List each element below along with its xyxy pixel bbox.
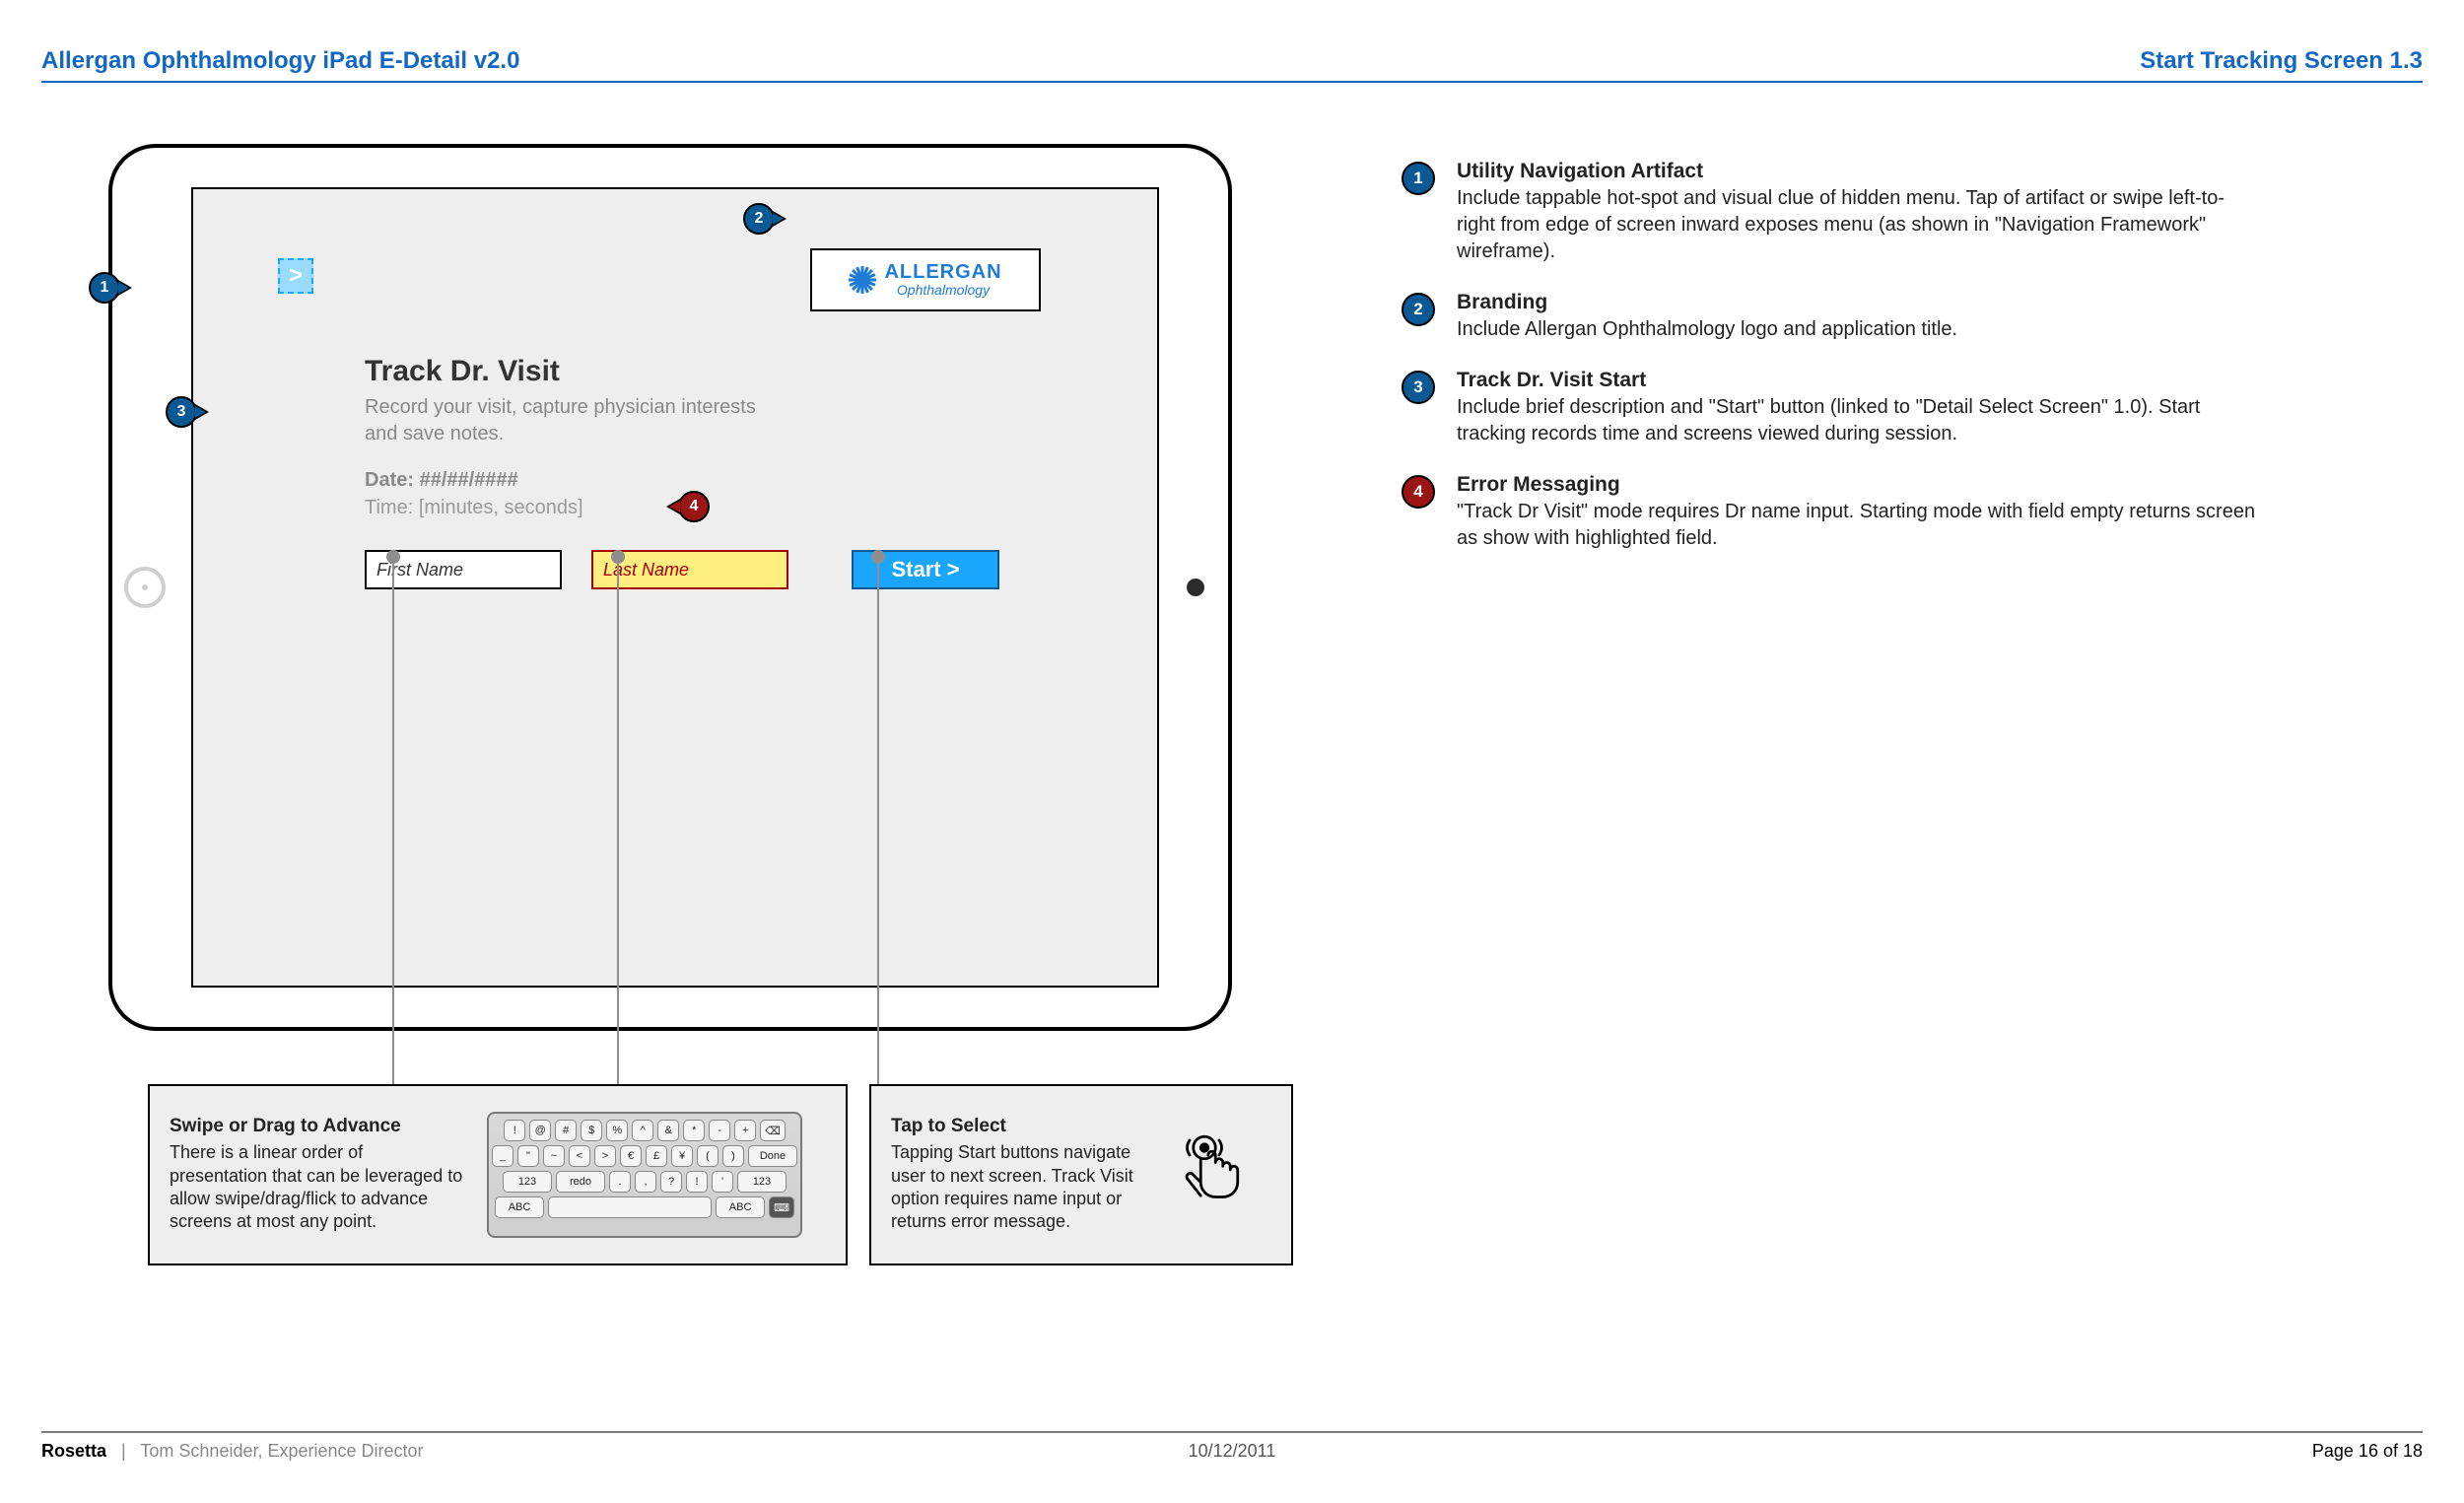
keyboard-key: < — [569, 1145, 590, 1167]
panel-subtitle: Record your visit, capture physician int… — [365, 394, 779, 447]
annotation-body: Include tappable hot-spot and visual clu… — [1457, 185, 2259, 265]
brand-logo: ALLERGAN Ophthalmology — [810, 248, 1041, 311]
annotation-number: 4 — [1402, 475, 1435, 509]
ipad-device-frame: > ALLERGAN Ophthalmology — [108, 144, 1232, 1031]
annotation-title: Utility Navigation Artifact — [1457, 160, 2259, 183]
footer-date: 10/12/2011 — [1189, 1441, 1276, 1462]
time-label: Time: [minutes, seconds] — [365, 497, 583, 519]
keyboard-key: . — [609, 1171, 631, 1193]
leader-dot — [386, 550, 400, 564]
leader-dot — [871, 550, 885, 564]
annotation-tap-select: Tap to Select Tapping Start buttons navi… — [869, 1084, 1293, 1265]
keyboard-key: ¥ — [671, 1145, 693, 1167]
annotation-title: Error Messaging — [1457, 473, 2259, 497]
keyboard-key: * — [683, 1120, 705, 1141]
ipad-screen: > ALLERGAN Ophthalmology — [191, 187, 1159, 988]
keyboard-key: # — [555, 1120, 577, 1141]
keyboard-key: ⌨ — [769, 1196, 794, 1218]
footer-author: Tom Schneider, Experience Director — [140, 1441, 423, 1461]
callout-pin-2: 2 — [743, 203, 775, 235]
keyboard-key: ABC — [495, 1196, 544, 1218]
content-area: > ALLERGAN Ophthalmology — [41, 99, 2423, 1404]
footer-brand: Rosetta — [41, 1441, 106, 1461]
keyboard-key: £ — [646, 1145, 667, 1167]
brand-subname: Ophthalmology — [884, 283, 1001, 298]
keyboard-key: ⌫ — [760, 1120, 786, 1141]
tap-anno-body: Tapping Start buttons navigate user to n… — [891, 1141, 1157, 1234]
annotation-number: 1 — [1402, 162, 1435, 195]
swipe-anno-title: Swipe or Drag to Advance — [170, 1116, 465, 1137]
keyboard-key: redo — [556, 1171, 605, 1193]
keyboard-key — [548, 1196, 712, 1218]
keyboard-key: € — [620, 1145, 642, 1167]
keyboard-key: ! — [504, 1120, 525, 1141]
annotation-item: 3 Track Dr. Visit StartInclude brief desc… — [1402, 369, 2259, 447]
annotation-number: 3 — [1402, 371, 1435, 404]
keyboard-key: 123 — [503, 1171, 552, 1193]
footer-page: Page 16 of 18 — [2312, 1441, 2423, 1462]
doc-title-left: Allergan Ophthalmology iPad E-Detail v2.… — [41, 47, 519, 75]
annotation-item: 2 BrandingInclude Allergan Ophthalmology … — [1402, 291, 2259, 343]
keyboard-key: $ — [581, 1120, 602, 1141]
page-header: Allergan Ophthalmology iPad E-Detail v2.… — [41, 47, 2423, 83]
swipe-anno-body: There is a linear order of presentation … — [170, 1141, 465, 1234]
brand-name: ALLERGAN — [884, 262, 1001, 283]
keyboard-key: , — [635, 1171, 656, 1193]
annotation-body: Include brief description and "Start" bu… — [1457, 394, 2259, 447]
tap-anno-title: Tap to Select — [891, 1116, 1157, 1137]
date-label: Date: ##/##/#### — [365, 469, 518, 492]
callout-pin-1: 1 — [89, 272, 120, 304]
doc-title-right: Start Tracking Screen 1.3 — [2140, 47, 2423, 75]
keyboard-key: ~ — [543, 1145, 565, 1167]
ipad-home-button[interactable] — [1187, 579, 1204, 596]
keyboard-key: - — [709, 1120, 730, 1141]
keyboard-key: > — [594, 1145, 616, 1167]
annotation-number: 2 — [1402, 293, 1435, 326]
keyboard-key: 123 — [737, 1171, 787, 1193]
keyboard-key: " — [517, 1145, 539, 1167]
annotation-title: Branding — [1457, 291, 1957, 314]
callout-pin-4: 4 — [678, 491, 710, 522]
keyboard-key: ^ — [632, 1120, 653, 1141]
keyboard-key: ? — [660, 1171, 682, 1193]
keyboard-key: _ — [492, 1145, 513, 1167]
annotation-swipe-advance: Swipe or Drag to Advance There is a line… — [148, 1084, 848, 1265]
keyboard-key: ( — [697, 1145, 719, 1167]
keyboard-key: ' — [712, 1171, 733, 1193]
annotation-item: 4 Error Messaging"Track Dr Visit" mode re… — [1402, 473, 2259, 552]
ipad-camera-icon — [124, 567, 166, 608]
keyboard-key: ABC — [716, 1196, 765, 1218]
annotation-item: 1 Utility Navigation ArtifactInclude tapp… — [1402, 160, 2259, 265]
chevron-right-icon: > — [289, 262, 303, 290]
brand-mark-icon — [849, 266, 876, 294]
page-footer: Rosetta | Tom Schneider, Experience Dire… — [41, 1431, 2423, 1462]
annotation-list: 1 Utility Navigation ArtifactInclude tapp… — [1402, 160, 2259, 578]
keyboard-key: + — [734, 1120, 756, 1141]
annotation-body: Include Allergan Ophthalmology logo and … — [1457, 316, 1957, 343]
annotation-body: "Track Dr Visit" mode requires Dr name i… — [1457, 499, 2259, 552]
callout-pin-3: 3 — [166, 396, 197, 428]
leader-line — [877, 564, 879, 1084]
keyboard-key: ! — [686, 1171, 708, 1193]
tap-hand-icon — [1175, 1130, 1254, 1219]
annotation-title: Track Dr. Visit Start — [1457, 369, 2259, 392]
leader-line — [617, 564, 619, 1084]
start-button-label: Start > — [891, 557, 959, 582]
keyboard-icon: !@#$%^&*-+⌫ _"~<>€£¥()Done 123redo.,?!'1… — [487, 1112, 802, 1238]
keyboard-key: Done — [748, 1145, 797, 1167]
keyboard-key: @ — [529, 1120, 551, 1141]
keyboard-key: & — [657, 1120, 679, 1141]
keyboard-key: ) — [722, 1145, 744, 1167]
utility-nav-artifact[interactable]: > — [278, 258, 313, 294]
keyboard-key: % — [606, 1120, 628, 1141]
leader-line — [392, 564, 394, 1084]
panel-title: Track Dr. Visit — [365, 355, 560, 388]
leader-dot — [611, 550, 625, 564]
